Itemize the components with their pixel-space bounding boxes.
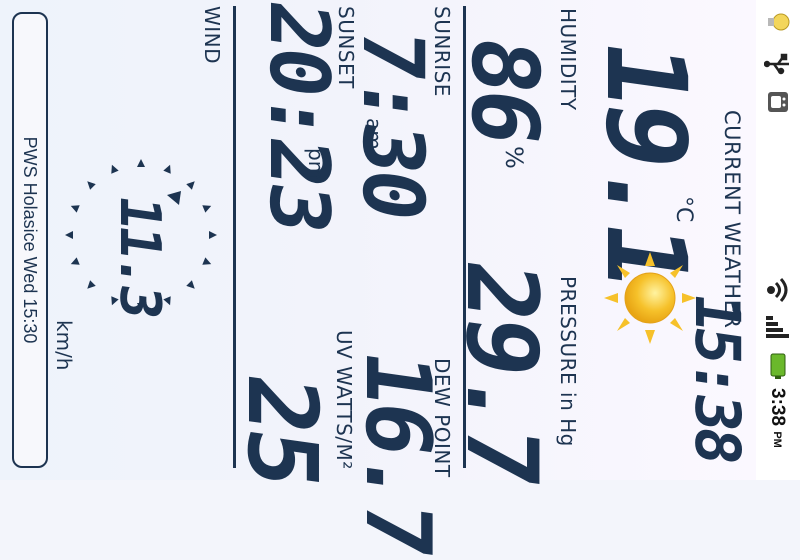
humidity-unit: % (500, 146, 528, 169)
humidity-value: 86 (451, 30, 558, 149)
divider-bottom (233, 6, 236, 468)
divider-top (463, 6, 466, 468)
humidity-label: HUMIDITY (556, 8, 580, 111)
station-footer: PWS Holasice Wed 15:30 (12, 12, 48, 468)
lightbulb-icon (760, 4, 796, 40)
weather-app: CURRENT WEATHER 15:38 19.1 °C HUMIDITY 8… (0, 0, 756, 560)
usb-icon (760, 46, 796, 82)
sunrise-value: 7:30 (344, 23, 442, 224)
compass-tick (163, 164, 171, 174)
sunset-unit: pm (304, 148, 328, 181)
battery-icon (760, 348, 796, 384)
android-debug-icon (760, 84, 796, 120)
compass-tick (202, 257, 212, 265)
compass-tick (202, 205, 212, 213)
sun-icon (604, 252, 696, 344)
wind-speed-unit: km/h (52, 320, 76, 371)
pressure-value: 29.7 (444, 253, 558, 491)
compass-tick (87, 181, 96, 190)
compass-tick (111, 164, 119, 174)
compass-tick (87, 280, 96, 289)
compass-tick (70, 205, 80, 213)
compass-tick (70, 257, 80, 265)
wind-speed-value: 11.3 (107, 191, 172, 320)
compass-tick (65, 231, 73, 239)
compass-tick (186, 280, 195, 289)
wifi-icon (760, 272, 796, 308)
station-footer-text: PWS Holasice Wed 15:30 (20, 136, 41, 344)
signal-icon (760, 310, 796, 346)
pressure-label: PRESSURE in Hg (556, 276, 580, 447)
compass-tick (209, 231, 217, 239)
clock-time: 3:38 (767, 388, 788, 427)
compass-tick (186, 181, 195, 190)
sunrise-unit: am (362, 118, 386, 150)
wind-label: WIND (200, 6, 224, 65)
status-clock: 3:38 PM (766, 388, 788, 448)
uv-value: 25 (226, 368, 338, 492)
dew-point-value: 16.7 (345, 344, 450, 560)
compass-tick (137, 159, 145, 167)
status-bar: 3:38 PM (755, 0, 800, 480)
temperature-unit: °C (671, 196, 696, 223)
clock-ampm: PM (771, 431, 783, 448)
sunset-value: 20:23 (251, 0, 346, 236)
